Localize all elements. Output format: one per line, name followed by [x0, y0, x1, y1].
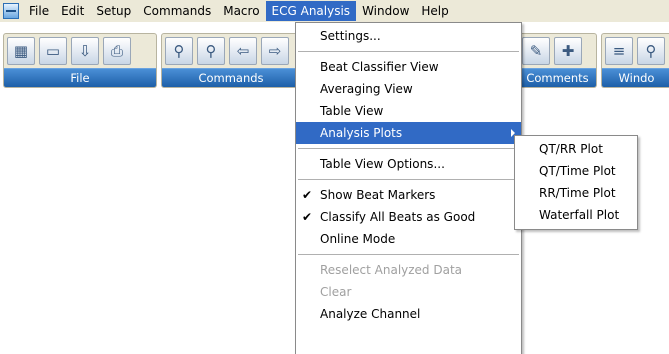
back-icon[interactable]: ⇦	[229, 37, 257, 65]
window-toolbar-label: Windo	[602, 68, 669, 87]
menu-item-analyze-channel[interactable]: Analyze Channel	[296, 303, 521, 325]
menu-separator	[298, 254, 519, 255]
menu-help[interactable]: Help	[415, 1, 454, 21]
menu-setup[interactable]: Setup	[90, 1, 137, 21]
find-next-icon[interactable]: ⚲	[197, 37, 225, 65]
menu-item-reselect-analyzed-data: Reselect Analyzed Data	[320, 263, 463, 277]
menu-item-table-view-options[interactable]: Table View Options...	[296, 153, 521, 175]
menu-item-table-view[interactable]: Table View	[296, 100, 521, 122]
file-toolbar-label: File	[4, 68, 156, 87]
menu-item-clear: Clear	[320, 285, 352, 299]
forward-icon[interactable]: ⇨	[261, 37, 289, 65]
save-file-icon[interactable]: ⇩	[71, 37, 99, 65]
print-icon[interactable]: ⎙	[103, 37, 131, 65]
analysis-plots-submenu: QT/RR Plot QT/Time Plot RR/Time Plot Wat…	[514, 135, 638, 230]
menu-commands[interactable]: Commands	[137, 1, 217, 21]
new-file-icon[interactable]: ▦	[7, 37, 35, 65]
menu-item-settings[interactable]: Settings...	[296, 25, 521, 47]
commands-toolbar-label: Commands	[162, 68, 300, 87]
file-toolbar: ▦ ▭ ⇩ ⎙ File	[3, 33, 157, 88]
menu-item-classify-all-beats[interactable]: ✔ Classify All Beats as Good	[296, 206, 521, 228]
menu-separator	[298, 148, 519, 149]
submenu-item-rr-time-plot[interactable]: RR/Time Plot	[515, 182, 637, 204]
menu-bar: File Edit Setup Commands Macro ECG Analy…	[0, 0, 669, 22]
add-comment-icon[interactable]: ✚	[554, 37, 582, 65]
menu-macro[interactable]: Macro	[217, 1, 265, 21]
menu-item-show-beat-markers[interactable]: ✔ Show Beat Markers	[296, 184, 521, 206]
comments-toolbar: ✎ ✚ Comments	[518, 33, 597, 88]
menu-separator	[298, 51, 519, 52]
submenu-item-qt-time-plot[interactable]: QT/Time Plot	[515, 160, 637, 182]
menu-separator	[298, 179, 519, 180]
menu-item-online-mode[interactable]: Online Mode	[296, 228, 521, 250]
binoculars-icon[interactable]: ⚲	[165, 37, 193, 65]
comments-toolbar-label: Comments	[519, 68, 596, 87]
ecg-analysis-menu: Settings... Beat Classifier View Averagi…	[295, 22, 522, 354]
menu-item-averaging-view[interactable]: Averaging View	[296, 78, 521, 100]
show-beat-markers-label: Show Beat Markers	[320, 188, 436, 202]
open-file-icon[interactable]: ▭	[39, 37, 67, 65]
checkmark-icon: ✔	[302, 210, 313, 224]
submenu-item-qt-rr-plot[interactable]: QT/RR Plot	[515, 138, 637, 160]
app-icon[interactable]	[3, 3, 19, 19]
window-search-icon[interactable]: ⚲	[637, 37, 665, 65]
menu-file[interactable]: File	[23, 1, 55, 21]
checkmark-icon: ✔	[302, 188, 313, 202]
submenu-item-waterfall-plot[interactable]: Waterfall Plot	[515, 204, 637, 226]
analysis-plots-label: Analysis Plots	[320, 126, 403, 140]
menu-edit[interactable]: Edit	[55, 1, 90, 21]
commands-toolbar: ⚲ ⚲ ⇦ ⇨ Commands	[161, 33, 301, 88]
menu-ecg-analysis[interactable]: ECG Analysis	[265, 1, 357, 21]
menu-window[interactable]: Window	[356, 1, 415, 21]
menu-item-beat-classifier-view[interactable]: Beat Classifier View	[296, 56, 521, 78]
classify-all-beats-label: Classify All Beats as Good	[320, 210, 476, 224]
comment-icon[interactable]: ✎	[522, 37, 550, 65]
window-toolbar: ≡ ⚲ Windo	[601, 33, 669, 88]
menu-item-analysis-plots[interactable]: Analysis Plots	[296, 122, 521, 144]
window-list-icon[interactable]: ≡	[605, 37, 633, 65]
